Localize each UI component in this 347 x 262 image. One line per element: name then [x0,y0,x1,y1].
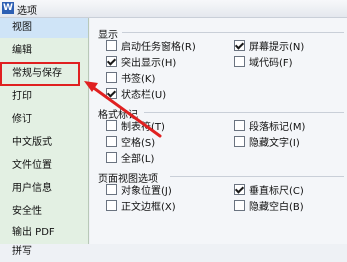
option-label: 段落标记(M) [249,122,306,133]
sidebar-item-print[interactable]: 打印 [0,87,88,107]
checkbox[interactable] [106,40,117,51]
checkbox[interactable] [106,152,117,163]
checkbox[interactable] [106,184,117,195]
sidebar-item-export-pdf[interactable]: 输出 PDF [0,223,88,243]
option-startup-taskpane[interactable]: 启动任务窗格(R) [106,40,196,54]
app-logo-icon: W [2,2,14,14]
sidebar-item-user-info[interactable]: 用户信息 [0,179,88,199]
window-title: 选项 [17,6,37,17]
checkbox[interactable] [106,72,117,83]
option-paragraph-marks[interactable]: 段落标记(M) [234,120,305,134]
sidebar-item-revision[interactable]: 修订 [0,110,88,130]
option-label: 突出显示(H) [121,58,177,69]
option-highlight[interactable]: 突出显示(H) [106,56,176,70]
checkbox[interactable] [234,184,245,195]
option-status-bar[interactable]: 状态栏(U) [106,88,166,102]
option-screen-tips[interactable]: 屏幕提示(N) [234,40,304,54]
sidebar-item-file-location[interactable]: 文件位置 [0,156,88,176]
option-label: 对象位置(J) [121,186,172,197]
checkbox[interactable] [106,88,117,99]
checkbox[interactable] [106,120,117,131]
option-label: 启动任务窗格(R) [121,42,196,53]
option-vertical-ruler[interactable]: 垂直标尺(C) [234,184,304,198]
checkbox[interactable] [234,40,245,51]
option-label: 书签(K) [121,74,156,85]
checkbox[interactable] [106,200,117,211]
sidebar-item-general-save[interactable]: 常规与保存 [0,64,88,84]
option-label: 正文边框(X) [121,202,176,213]
format-marks-group-title: 格式标记 [98,110,138,121]
option-label: 隐藏文字(I) [249,138,300,149]
group-divider [122,32,344,33]
checkbox[interactable] [234,56,245,67]
option-label: 制表符(T) [121,122,165,133]
sidebar-item-chinese-layout[interactable]: 中文版式 [0,133,88,153]
group-divider [144,112,344,113]
option-label: 垂直标尺(C) [249,186,304,197]
option-label: 全部(L) [121,154,155,165]
option-label: 域代码(F) [249,58,293,69]
option-label: 状态栏(U) [121,90,167,101]
options-sidebar: 视图 编辑 常规与保存 打印 修订 中文版式 文件位置 用户信息 安全性 输出 … [0,18,89,257]
sidebar-item-security[interactable]: 安全性 [0,202,88,222]
page-view-group-title: 页面视图选项 [98,174,158,185]
checkbox[interactable] [234,136,245,147]
option-text-boundaries[interactable]: 正文边框(X) [106,200,176,214]
option-hidden-text[interactable]: 隐藏文字(I) [234,136,300,150]
option-bookmarks[interactable]: 书签(K) [106,72,155,86]
checkbox[interactable] [106,56,117,67]
display-group-title: 显示 [98,30,118,41]
option-label: 屏幕提示(N) [249,42,305,53]
option-label: 空格(S) [121,138,156,149]
checkbox[interactable] [106,136,117,147]
title-bar: W 选项 [0,0,347,18]
sidebar-item-view[interactable]: 视图 [0,18,88,38]
option-all-marks[interactable]: 全部(L) [106,152,154,166]
option-tab-chars[interactable]: 制表符(T) [106,120,165,134]
option-hide-whitespace[interactable]: 隐藏空白(B) [234,200,304,214]
option-spaces[interactable]: 空格(S) [106,136,155,150]
checkbox[interactable] [234,120,245,131]
checkbox[interactable] [234,200,245,211]
option-object-anchors[interactable]: 对象位置(J) [106,184,172,198]
sidebar-item-spelling[interactable]: 拼写 [0,242,88,262]
sidebar-item-edit[interactable]: 编辑 [0,41,88,61]
group-divider [170,176,344,177]
option-field-codes[interactable]: 域代码(F) [234,56,293,70]
option-label: 隐藏空白(B) [249,202,304,213]
options-panel: 显示 启动任务窗格(R) 屏幕提示(N) 突出显示(H) 域代码(F) 书签(K… [90,18,347,244]
